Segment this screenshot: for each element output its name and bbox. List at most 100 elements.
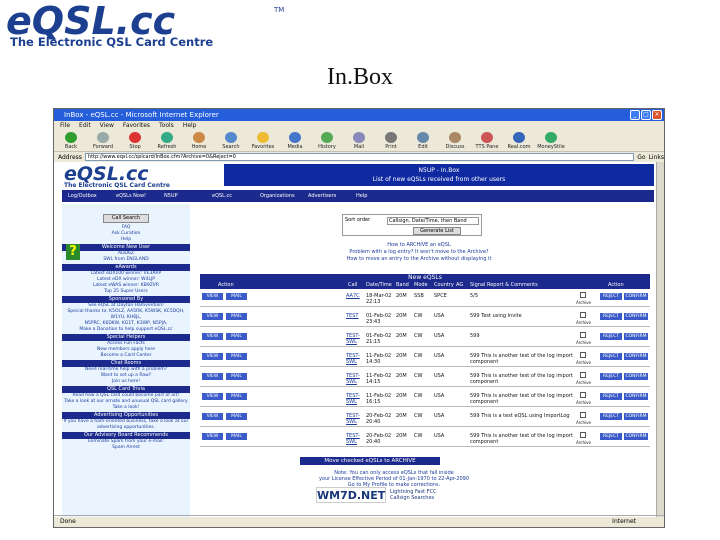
wm7d-banner[interactable]: WM7D.NET [316,487,386,503]
forward-button[interactable]: Forward [90,131,116,150]
archive-checkbox[interactable] [580,312,586,318]
move-to-archive-button[interactable]: Move checked eQSLs to ARCHIVE [300,457,440,465]
reject-button[interactable]: REJECT [600,313,622,320]
row-call[interactable]: TEST-SWL [346,433,364,445]
generate-list-button[interactable]: Generate List [413,227,461,235]
menu-tools[interactable]: Tools [159,121,174,130]
minimize-icon[interactable]: _ [630,110,640,120]
back-button[interactable]: Back [58,131,84,150]
row-call[interactable]: TEST [346,313,364,319]
nav-log-outbox[interactable]: Log/Outbox [68,193,112,199]
call-search-button[interactable]: Call Search [103,214,149,223]
sort-select[interactable]: Callsign, Date/Time, then Band [387,217,479,225]
reject-button[interactable]: REJECT [600,433,622,440]
row-call[interactable]: TEST-SWL [346,333,364,345]
moneystile-button[interactable]: MoneyStile [537,131,565,150]
menu-view[interactable]: View [100,121,114,130]
media-button[interactable]: Media [282,131,308,150]
confirm-button[interactable]: CONFIRM [624,313,648,320]
print-button[interactable]: Print [378,131,404,150]
archive-checkbox[interactable] [580,332,586,338]
sidebar-section-row[interactable]: Spam Arrest [62,445,190,451]
go-button[interactable]: Go [637,154,645,161]
page-eqsl-logo[interactable]: eQSL.cc The Electronic QSL Card Centre [62,164,212,188]
close-icon[interactable]: × [652,110,662,120]
row-call[interactable]: TEST-SWL [346,413,364,425]
help-link-problem[interactable]: Problem with a log entry? It won't move … [304,249,534,256]
question-mark-icon[interactable]: ? [66,244,80,260]
mail-button[interactable]: MAIL [226,393,247,400]
nav-organizations[interactable]: Organizations [260,193,304,199]
tts-pane-button[interactable]: TTS Pane [474,131,500,150]
archive-checkbox[interactable] [580,292,586,298]
view-button[interactable]: VIEW [202,433,223,440]
sidebar-section-row[interactable]: SWL from ENGLAND [62,257,190,263]
maximize-icon[interactable]: □ [641,110,651,120]
vertical-scrollbar[interactable] [656,162,664,517]
links-button[interactable]: Links [649,154,664,161]
view-button[interactable]: VIEW [202,333,223,340]
archive-checkbox[interactable] [580,392,586,398]
mail-button[interactable]: MAIL [226,293,247,300]
history-button[interactable]: History [314,131,340,150]
reject-button[interactable]: REJECT [600,353,622,360]
reject-button[interactable]: REJECT [600,333,622,340]
reject-button[interactable]: REJECT [600,293,622,300]
refresh-button[interactable]: Refresh [154,131,180,150]
discuss-button[interactable]: Discuss [442,131,468,150]
menu-help[interactable]: Help [183,121,197,130]
sidebar-section-row[interactable]: Become a Card Center [62,353,190,359]
mail-button[interactable]: MAIL [226,353,247,360]
confirm-button[interactable]: CONFIRM [624,413,648,420]
mail-button[interactable]: MAIL [226,313,247,320]
view-button[interactable]: VIEW [202,413,223,420]
sidebar-section-row[interactable]: Special thanks to: K5OLZ, AA5RK, K5WSK, … [62,309,190,321]
reject-button[interactable]: REJECT [600,393,622,400]
reject-button[interactable]: REJECT [600,413,622,420]
nav-help[interactable]: Help [356,193,400,199]
view-button[interactable]: VIEW [202,313,223,320]
sidebar-section-row[interactable]: Join us here! [62,379,190,385]
row-call[interactable]: AA7C [346,293,364,299]
row-call[interactable]: TEST-SWL [346,373,364,385]
archive-checkbox[interactable] [580,432,586,438]
menu-file[interactable]: File [60,121,70,130]
archive-checkbox[interactable] [580,352,586,358]
view-button[interactable]: VIEW [202,293,223,300]
row-call[interactable]: TEST-SWL [346,393,364,405]
realcom-button[interactable]: Real.com [506,131,532,150]
confirm-button[interactable]: CONFIRM [624,393,648,400]
mail-button[interactable]: MAIL [226,373,247,380]
row-call[interactable]: TEST-SWL [346,353,364,365]
favorites-button[interactable]: Favorites [250,131,276,150]
menu-favorites[interactable]: Favorites [123,121,150,130]
view-button[interactable]: VIEW [202,353,223,360]
confirm-button[interactable]: CONFIRM [624,293,648,300]
help-link-archive[interactable]: How to ARCHIVE an eQSL [304,242,534,249]
sidebar-section-row[interactable]: If you have a ham-oriented business, tak… [62,419,190,431]
home-button[interactable]: Home [186,131,212,150]
search-button[interactable]: Search [218,131,244,150]
nav-eqsl-cc[interactable]: eQSL.cc [212,193,256,199]
mail-button[interactable]: Mail [346,131,372,150]
mail-button[interactable]: MAIL [226,433,247,440]
sidebar-section-row[interactable]: Take a look! [62,405,190,411]
confirm-button[interactable]: CONFIRM [624,433,648,440]
view-button[interactable]: VIEW [202,373,223,380]
confirm-button[interactable]: CONFIRM [624,373,648,380]
sidebar-link-help[interactable]: Help [62,237,190,243]
archive-checkbox[interactable] [580,372,586,378]
help-link-move[interactable]: How to move an entry to the Archive with… [304,256,534,263]
menu-edit[interactable]: Edit [79,121,91,130]
confirm-button[interactable]: CONFIRM [624,333,648,340]
address-input[interactable]: http://www.eqsl.cc/qslcard/InBox.cfm?Arc… [84,153,635,161]
nav-eqsls-now[interactable]: eQSLs Now! [116,193,160,199]
mail-button[interactable]: MAIL [226,413,247,420]
sidebar-section-row[interactable]: Make a Donation to help support eQSL.cc [62,327,190,333]
nav-advertisers[interactable]: Advertisers [308,193,352,199]
reject-button[interactable]: REJECT [600,373,622,380]
edit-button[interactable]: Edit [410,131,436,150]
stop-button[interactable]: Stop [122,131,148,150]
archive-checkbox[interactable] [580,412,586,418]
confirm-button[interactable]: CONFIRM [624,353,648,360]
